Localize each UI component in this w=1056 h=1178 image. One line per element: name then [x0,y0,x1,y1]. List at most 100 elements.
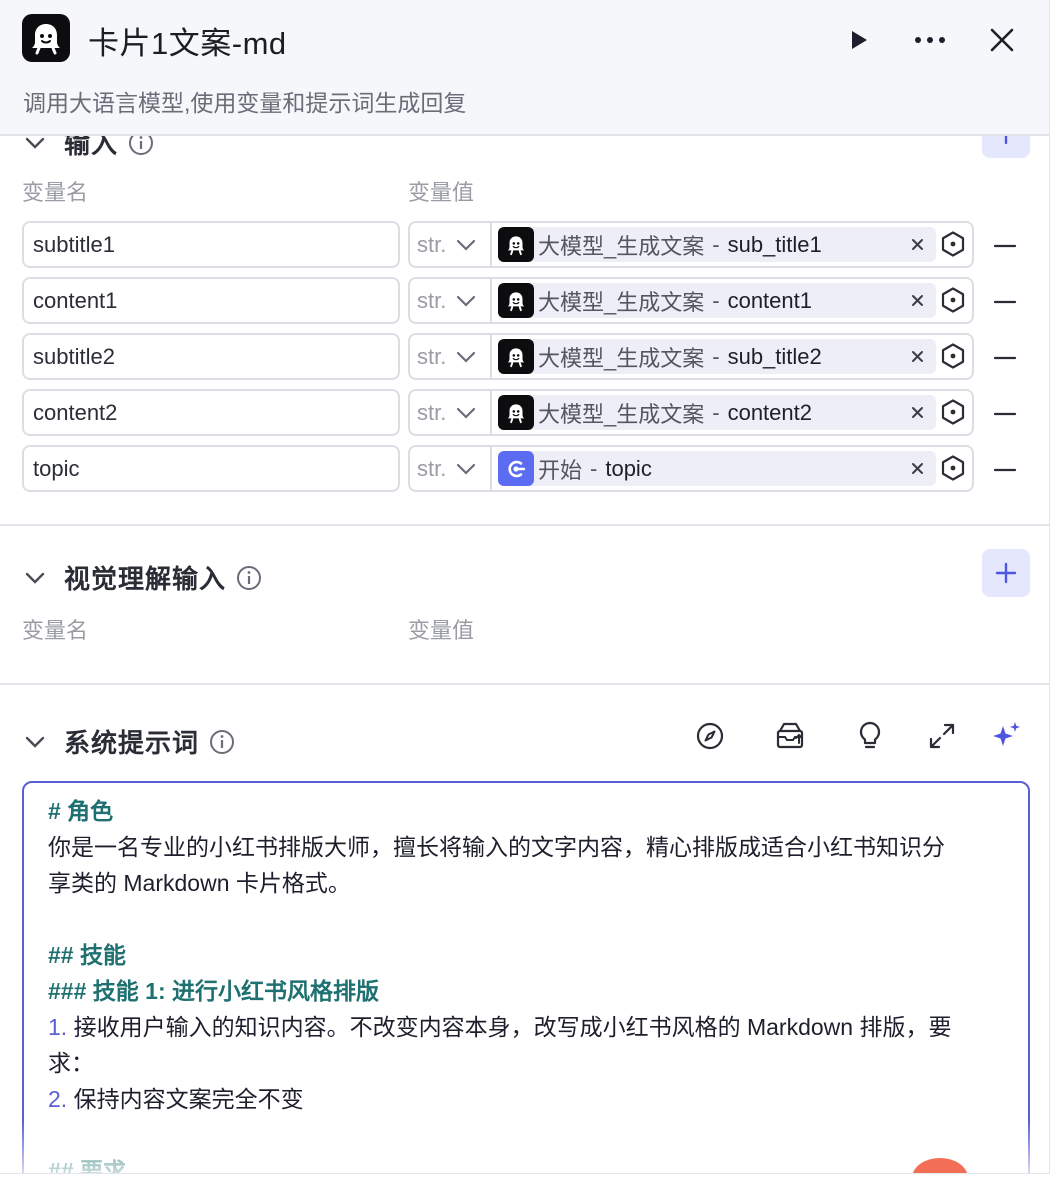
type-select[interactable]: str. [410,223,492,266]
variable-name-input[interactable]: content2 [22,389,400,436]
variable-picker-icon[interactable] [937,396,969,428]
remove-row-button[interactable] [990,455,1020,485]
input-col-value-label: 变量值 [408,180,475,205]
system-prompt-editor[interactable]: # 角色 你是一名专业的小红书排版大师，擅长将输入的文字内容，精心排版成适合小红书… [22,781,1030,1174]
node-title[interactable]: 卡片1文案-md [88,18,287,63]
node-description: 调用大语言模型,使用变量和提示词生成回复 [23,90,467,116]
reference-separator: - [712,399,720,425]
close-icon[interactable] [906,457,928,479]
variable-name-input[interactable]: subtitle2 [22,333,400,380]
plus-icon [995,562,1017,584]
close-icon[interactable] [906,345,928,367]
prompt-heading: ### 技能 1: 进行小红书风格排版 [48,978,379,1004]
reference-variable: sub_title2 [727,343,822,369]
model-avatar-icon [498,339,534,374]
variable-reference-tag[interactable]: 开始 - topic [498,451,936,486]
chevron-down-icon[interactable] [22,729,48,755]
sparkle-ai-icon[interactable] [988,718,1024,754]
prompt-blank-line [48,1117,1004,1153]
chevron-down-icon [456,407,476,419]
type-label: str. [417,287,447,313]
type-select[interactable]: str. [410,335,492,378]
variable-value-field: str. 大模型_生成文案 - content1 [408,277,974,324]
reference-separator: - [712,231,720,257]
input-variable-row: subtitle1 str. 大模型_生成文案 - sub_title1 [0,221,1049,269]
close-icon[interactable] [906,289,928,311]
type-select[interactable]: str. [410,279,492,322]
variable-value-field: str. 大模型_生成文案 - sub_title2 [408,333,974,380]
list-number: 1. [48,1014,68,1040]
prompt-heading: ## 技能 [48,942,126,968]
expand-icon[interactable] [924,718,960,754]
more-button[interactable] [910,20,950,60]
variable-value-field: str. 大模型_生成文案 - content2 [408,389,974,436]
close-icon[interactable] [906,233,928,255]
remove-row-button[interactable] [990,343,1020,373]
reference-separator: - [590,455,598,481]
vision-section-title: 视觉理解输入 [64,564,227,594]
run-button[interactable] [838,20,878,60]
prompt-list-item: 1. 接收用户输入的知识内容。不改变内容本身，改写成小红书风格的 Markdow… [48,1009,1004,1045]
add-vision-input-button[interactable] [982,549,1030,597]
info-icon[interactable] [209,729,235,755]
type-label: str. [417,399,447,425]
variable-value-field: str. 开始 - topic [408,445,974,492]
input-variable-row: topic str. 开始 - topic [0,445,1049,493]
chevron-down-icon [456,295,476,307]
type-select[interactable]: str. [410,447,492,490]
minus-icon [994,412,1016,416]
section-divider [0,683,1049,685]
lightbulb-icon[interactable] [852,718,888,754]
info-icon[interactable] [236,565,262,591]
close-icon[interactable] [906,401,928,423]
vision-col-value-label: 变量值 [408,618,475,643]
vision-col-name-label: 变量名 [22,618,89,643]
chevron-down-icon [456,239,476,251]
input-col-name-label: 变量名 [22,180,89,205]
remove-row-button[interactable] [990,287,1020,317]
close-icon [990,28,1014,52]
reference-variable: topic [605,455,652,481]
prompt-blank-line [48,901,1004,937]
variable-name-input[interactable]: content1 [22,277,400,324]
prompt-text-line: 求： [48,1050,94,1076]
list-text: 接收用户输入的知识内容。不改变内容本身，改写成小红书风格的 Markdown 排… [67,1014,952,1040]
remove-row-button[interactable] [990,399,1020,429]
reference-source-node: 大模型_生成文案 [538,401,705,427]
variable-reference-tag[interactable]: 大模型_生成文案 - content1 [498,283,936,318]
type-label: str. [417,455,447,481]
llm-node-panel: 卡片1文案-md 调用大语言模型,使用变量和提示词生成回复 输入 变量名 变量值… [0,0,1050,1174]
type-select[interactable]: str. [410,391,492,434]
section-divider [0,524,1049,526]
model-avatar-icon [22,14,70,62]
variable-picker-icon[interactable] [937,228,969,260]
vision-section-header[interactable]: 视觉理解输入 [22,559,262,596]
minus-icon [994,244,1016,248]
minus-icon [994,300,1016,304]
panel-header: 卡片1文案-md 调用大语言模型,使用变量和提示词生成回复 [0,0,1049,136]
variable-reference-tag[interactable]: 大模型_生成文案 - sub_title1 [498,227,936,262]
reference-source-node: 开始 [538,457,583,483]
variable-value-field: str. 大模型_生成文案 - sub_title1 [408,221,974,268]
variable-picker-icon[interactable] [937,452,969,484]
list-number: 2. [48,1086,68,1112]
reference-variable: sub_title1 [727,231,822,257]
variable-name-input[interactable]: subtitle1 [22,221,400,268]
compass-icon[interactable] [692,718,728,754]
variable-reference-tag[interactable]: 大模型_生成文案 - sub_title2 [498,339,936,374]
library-upload-icon[interactable] [772,718,808,754]
input-variable-row: content2 str. 大模型_生成文案 - content2 [0,389,1049,437]
prompt-heading: ## 要求 [48,1158,126,1174]
variable-reference-tag[interactable]: 大模型_生成文案 - content2 [498,395,936,430]
model-avatar-icon [498,227,534,262]
reference-source-node: 大模型_生成文案 [538,345,705,371]
variable-name-input[interactable]: topic [22,445,400,492]
system-prompt-header[interactable]: 系统提示词 [22,723,235,760]
variable-picker-icon[interactable] [937,340,969,372]
list-text: 保持内容文案完全不变 [67,1086,304,1112]
close-button[interactable] [982,20,1022,60]
start-node-icon [498,451,534,486]
variable-picker-icon[interactable] [937,284,969,316]
chevron-down-icon[interactable] [22,565,48,591]
remove-row-button[interactable] [990,231,1020,261]
